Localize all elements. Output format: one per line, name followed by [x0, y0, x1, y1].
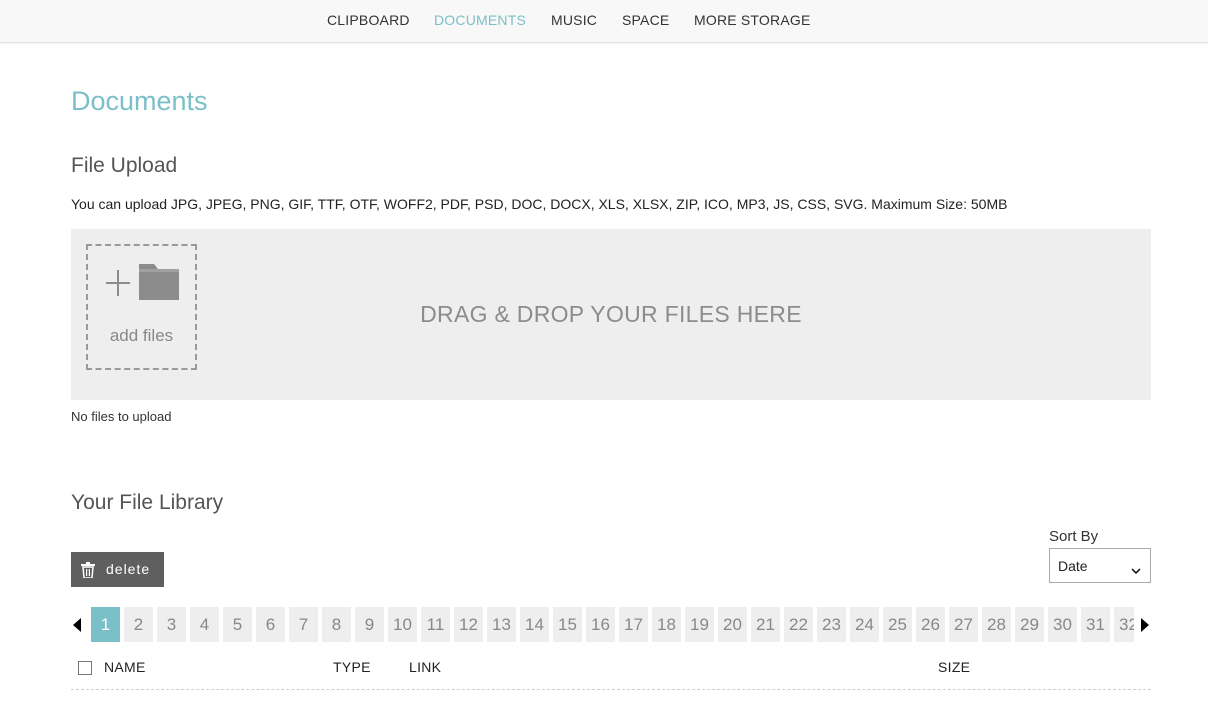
page-number-15[interactable]: 15 — [553, 607, 582, 642]
page-number-29[interactable]: 29 — [1015, 607, 1044, 642]
file-dropzone[interactable]: add files DRAG & DROP YOUR FILES HERE — [71, 229, 1151, 400]
sort-selected-value: Date — [1058, 558, 1088, 574]
upload-info-text: You can upload JPG, JPEG, PNG, GIF, TTF,… — [71, 196, 1008, 212]
delete-button[interactable]: delete — [71, 552, 164, 587]
nav-item-music[interactable]: MUSIC — [551, 12, 597, 28]
delete-label: delete — [106, 561, 151, 577]
page-number-1[interactable]: 1 — [91, 607, 120, 642]
column-size[interactable]: SIZE — [938, 659, 970, 675]
page-number-22[interactable]: 22 — [784, 607, 813, 642]
page-number-9[interactable]: 9 — [355, 607, 384, 642]
caret-left-icon[interactable] — [73, 618, 82, 637]
plus-icon — [106, 266, 130, 298]
sort-select[interactable]: Date — [1049, 548, 1151, 583]
page-number-28[interactable]: 28 — [982, 607, 1011, 642]
page-number-6[interactable]: 6 — [256, 607, 285, 642]
column-name[interactable]: NAME — [104, 659, 146, 675]
folder-icon — [138, 260, 180, 307]
page-number-23[interactable]: 23 — [817, 607, 846, 642]
upload-status-text: No files to upload — [71, 409, 172, 424]
column-link: LINK — [409, 659, 442, 675]
page-number-16[interactable]: 16 — [586, 607, 615, 642]
page-number-19[interactable]: 19 — [685, 607, 714, 642]
page-number-11[interactable]: 11 — [421, 607, 450, 642]
trash-icon — [81, 562, 95, 583]
page-number-20[interactable]: 20 — [718, 607, 747, 642]
nav-item-documents[interactable]: DOCUMENTS — [434, 12, 526, 28]
page-number-18[interactable]: 18 — [652, 607, 681, 642]
file-table-header: NAME TYPE LINK SIZE — [71, 655, 1151, 690]
page-list: 1 2 3 4 5 6 7 8 9 10 11 12 13 14 15 16 17 18 19 20 21 22 23 24 2… — [91, 607, 1134, 642]
page-number-25[interactable]: 25 — [883, 607, 912, 642]
caret-right-icon[interactable] — [1140, 618, 1149, 637]
top-navigation: CLIPBOARD DOCUMENTS MUSIC SPACE MORE STO… — [0, 0, 1208, 43]
file-library-heading: Your File Library — [71, 491, 224, 514]
chevron-down-icon — [1131, 562, 1141, 580]
column-type[interactable]: TYPE — [333, 659, 371, 675]
page-number-13[interactable]: 13 — [487, 607, 516, 642]
file-upload-heading: File Upload — [71, 154, 178, 177]
page-number-2[interactable]: 2 — [124, 607, 153, 642]
nav-item-space[interactable]: SPACE — [622, 12, 669, 28]
page-title: Documents — [71, 86, 208, 116]
page-number-21[interactable]: 21 — [751, 607, 780, 642]
page-number-8[interactable]: 8 — [322, 607, 351, 642]
page-number-17[interactable]: 17 — [619, 607, 648, 642]
page-number-4[interactable]: 4 — [190, 607, 219, 642]
page-number-32[interactable]: 32 — [1114, 607, 1134, 642]
page-number-27[interactable]: 27 — [949, 607, 978, 642]
nav-item-clipboard[interactable]: CLIPBOARD — [327, 12, 410, 28]
page-number-10[interactable]: 10 — [388, 607, 417, 642]
nav-item-more-storage[interactable]: MORE STORAGE — [694, 12, 811, 28]
add-files-label: add files — [109, 326, 174, 345]
select-all-checkbox[interactable] — [78, 661, 92, 675]
page-number-31[interactable]: 31 — [1081, 607, 1110, 642]
page-number-26[interactable]: 26 — [916, 607, 945, 642]
page-number-5[interactable]: 5 — [223, 607, 252, 642]
page-number-3[interactable]: 3 — [157, 607, 186, 642]
drop-files-text: DRAG & DROP YOUR FILES HERE — [420, 301, 802, 327]
page-number-14[interactable]: 14 — [520, 607, 549, 642]
pagination: 1 2 3 4 5 6 7 8 9 10 11 12 13 14 15 16 17 18 19 20 21 22 23 24 2… — [71, 607, 1151, 642]
page-number-24[interactable]: 24 — [850, 607, 879, 642]
page-number-7[interactable]: 7 — [289, 607, 318, 642]
page-number-12[interactable]: 12 — [454, 607, 483, 642]
sort-by-label: Sort By — [1049, 528, 1099, 545]
page-number-30[interactable]: 30 — [1048, 607, 1077, 642]
